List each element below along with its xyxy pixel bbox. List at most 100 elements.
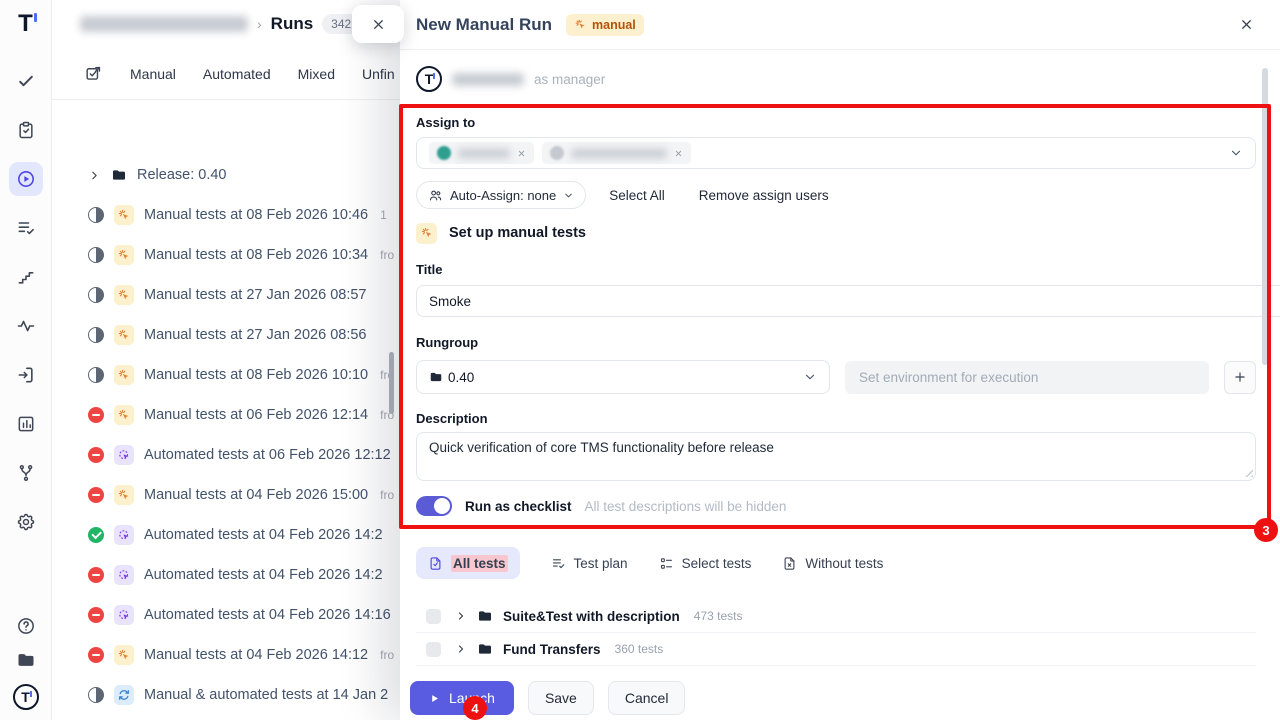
folder-icon — [477, 608, 493, 624]
runs-play-icon[interactable] — [9, 162, 43, 196]
clipboard-check-icon[interactable] — [9, 113, 43, 147]
run-row[interactable]: Manual tests at 08 Feb 2026 10:34fro — [52, 235, 400, 275]
manual-run-icon — [114, 205, 134, 225]
tab-without-tests[interactable]: Without tests — [782, 556, 883, 571]
status-failed-icon — [88, 607, 104, 623]
click-icon — [416, 223, 437, 244]
suite-checkbox[interactable] — [426, 642, 441, 657]
status-in-progress-icon — [88, 687, 104, 703]
chevron-right-icon[interactable] — [455, 610, 467, 622]
manual-run-icon — [114, 325, 134, 345]
suite-checkbox[interactable] — [426, 609, 441, 624]
chevron-down-icon — [803, 370, 817, 384]
assignee-chip[interactable] — [542, 142, 691, 164]
batch-select-icon[interactable] — [84, 64, 103, 83]
settings-gear-icon[interactable] — [9, 505, 43, 539]
import-icon[interactable] — [9, 358, 43, 392]
title-input[interactable] — [416, 285, 1280, 317]
activity-pulse-icon[interactable] — [9, 309, 43, 343]
assignees-multiselect[interactable] — [416, 137, 1256, 169]
assignee-chip[interactable] — [429, 142, 534, 164]
modal-scrollbar[interactable] — [1262, 68, 1268, 365]
run-as-checklist-toggle[interactable] — [416, 496, 452, 516]
launch-button[interactable]: Launch — [410, 681, 514, 715]
checklist-hint: All test descriptions will be hidden — [585, 499, 787, 514]
chevron-down-icon[interactable] — [1229, 146, 1243, 160]
assignee-avatar — [437, 146, 451, 160]
run-row[interactable]: Manual & automated tests at 14 Jan 2 — [52, 675, 400, 715]
tab-unfinished[interactable]: Unfin — [362, 66, 395, 82]
project-name-blurred[interactable] — [80, 16, 248, 32]
app-logo[interactable]: T — [18, 10, 33, 38]
mixed-run-icon — [114, 685, 134, 705]
status-failed-icon — [88, 447, 104, 463]
run-label: Automated tests at 06 Feb 2026 12:12 — [144, 447, 391, 463]
test-plan-list-icon[interactable] — [9, 211, 43, 245]
status-in-progress-icon — [88, 207, 104, 223]
run-row[interactable]: Manual tests at 06 Feb 2026 12:14fro — [52, 395, 400, 435]
status-in-progress-icon — [88, 247, 104, 263]
run-row[interactable]: Automated tests at 04 Feb 2026 14:2 — [52, 555, 400, 595]
help-icon[interactable] — [16, 616, 36, 636]
release-group-row[interactable]: Release: 0.40 — [52, 155, 400, 195]
suite-row[interactable]: Fund Transfers 360 tests — [416, 633, 1256, 666]
select-all-link[interactable]: Select All — [609, 188, 665, 203]
environment-input[interactable] — [845, 361, 1209, 394]
automated-run-icon — [114, 525, 134, 545]
remove-assignee-icon[interactable] — [517, 149, 526, 158]
manual-run-icon — [114, 245, 134, 265]
modal-footer: Launch Save Cancel — [410, 681, 685, 715]
automated-run-icon — [114, 445, 134, 465]
run-suffix: 1 — [380, 208, 387, 222]
suite-row[interactable]: Suite&Test with description 473 tests — [416, 600, 1256, 633]
run-label: Manual tests at 06 Feb 2026 12:14 — [144, 407, 368, 423]
tab-select-tests[interactable]: Select tests — [659, 556, 752, 571]
run-row[interactable]: Manual tests at 04 Feb 2026 14:12fro — [52, 635, 400, 675]
tab-all-tests[interactable]: All tests — [416, 547, 520, 579]
description-wrap: Quick verification of core TMS functiona… — [416, 432, 1256, 481]
run-row[interactable]: Manual tests at 08 Feb 2026 10:10fro — [52, 355, 400, 395]
add-environment-button[interactable] — [1224, 361, 1256, 394]
drawer-close-button[interactable] — [352, 5, 404, 43]
run-row[interactable]: Manual tests at 04 Feb 2026 15:00fro — [52, 475, 400, 515]
tests-check-icon[interactable] — [9, 64, 43, 98]
profile-avatar[interactable]: T — [13, 684, 39, 710]
run-row[interactable]: Manual tests at 27 Jan 2026 08:56 — [52, 315, 400, 355]
tab-automated[interactable]: Automated — [203, 66, 271, 82]
chevron-right-icon[interactable] — [455, 643, 467, 655]
users-icon — [428, 188, 443, 203]
run-row[interactable]: Automated tests at 04 Feb 2026 14:16 — [52, 595, 400, 635]
breadcrumb-separator: › — [257, 16, 262, 32]
run-row[interactable]: Manual tests at 08 Feb 2026 10:46 1 — [52, 195, 400, 235]
projects-folder-icon[interactable] — [16, 650, 36, 670]
reports-chart-icon[interactable] — [9, 407, 43, 441]
run-row[interactable]: Automated tests at 04 Feb 2026 14:2 — [52, 515, 400, 555]
modal-header: New Manual Run manual — [400, 0, 1280, 50]
runs-list-scrollbar[interactable] — [389, 352, 394, 414]
test-suites-tree: Suite&Test with description 473 tests Fu… — [416, 600, 1256, 666]
assignee-name-blurred — [458, 149, 510, 158]
auto-assign-button[interactable]: Auto-Assign: none — [416, 181, 586, 209]
tab-test-plan[interactable]: Test plan — [551, 556, 628, 571]
run-row[interactable]: Automated tests at 06 Feb 2026 12:12 — [52, 435, 400, 475]
remove-assign-users-link[interactable]: Remove assign users — [699, 188, 829, 203]
branch-icon[interactable] — [9, 456, 43, 490]
tab-mixed[interactable]: Mixed — [298, 66, 335, 82]
save-button[interactable]: Save — [528, 681, 594, 715]
assign-to-label: Assign to — [416, 115, 1256, 130]
run-label: Automated tests at 04 Feb 2026 14:2 — [144, 527, 383, 543]
cancel-button[interactable]: Cancel — [608, 681, 686, 715]
manual-run-icon — [114, 645, 134, 665]
steps-icon[interactable] — [9, 260, 43, 294]
run-label: Manual tests at 08 Feb 2026 10:46 — [144, 207, 368, 223]
rungroup-select[interactable]: 0.40 — [416, 360, 830, 394]
close-icon[interactable] — [1235, 13, 1258, 36]
chevron-right-icon[interactable] — [88, 169, 101, 182]
description-textarea[interactable]: Quick verification of core TMS functiona… — [416, 432, 1256, 481]
tab-manual[interactable]: Manual — [130, 66, 176, 82]
manual-run-icon — [114, 405, 134, 425]
run-label: Manual & automated tests at 14 Jan 2 — [144, 687, 388, 703]
run-row[interactable]: Manual tests at 27 Jan 2026 08:57 — [52, 275, 400, 315]
remove-assignee-icon[interactable] — [674, 149, 683, 158]
folder-icon — [477, 641, 493, 657]
